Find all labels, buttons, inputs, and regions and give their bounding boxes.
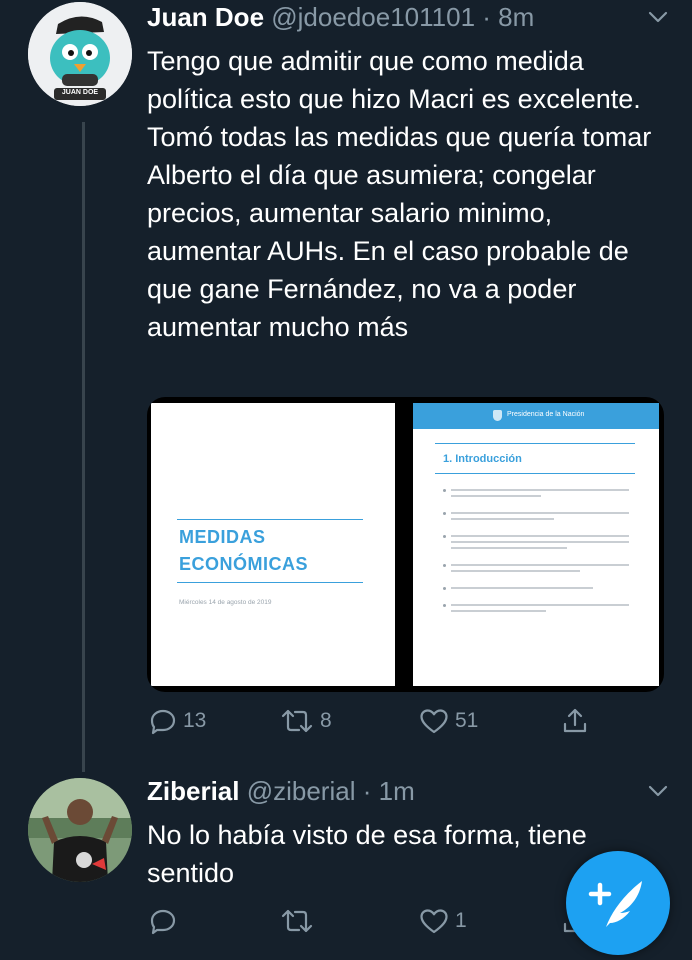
doc-bullet-dot [443, 512, 446, 515]
chevron-down-icon[interactable] [648, 784, 668, 803]
doc-bullet-dot [443, 535, 446, 538]
retweet-count: 8 [320, 709, 332, 732]
doc-bullet-dot [443, 564, 446, 567]
timestamp[interactable]: 1m [379, 776, 415, 806]
heart-icon [420, 909, 448, 934]
thread-connector-line [82, 122, 85, 772]
doc-bullet-dot [443, 604, 446, 607]
cover-title-line2: ECONÓMICAS [179, 554, 309, 574]
separator-dot: · [362, 776, 372, 806]
retweet-icon [281, 909, 313, 933]
like-button[interactable]: 51 [419, 704, 478, 738]
separator-dot: · [482, 2, 491, 32]
reply-button[interactable]: 13 [149, 704, 206, 738]
doc-text-line [451, 610, 546, 612]
retweet-icon [281, 709, 313, 733]
reply-icon [150, 709, 176, 735]
avatar-image [28, 778, 132, 882]
doc-text-line [451, 587, 593, 589]
display-name[interactable]: Ziberial [147, 776, 239, 806]
share-icon [563, 708, 587, 733]
user-handle[interactable]: @jdoedoe101101 [271, 2, 475, 32]
argentina-shield-icon [493, 410, 502, 421]
cover-rule-bottom [177, 582, 363, 583]
document-cover-page: MEDIDAS ECONÓMICAS Miércoles 14 de agost… [151, 403, 395, 686]
doc-text-line [451, 512, 629, 514]
doc-rule-bottom [435, 473, 635, 474]
heart-icon [420, 709, 448, 734]
doc-section-title: 1. Introducción [443, 453, 522, 465]
reply-button[interactable] [149, 904, 183, 938]
retweet-button[interactable] [280, 904, 320, 938]
doc-bullet-dot [443, 587, 446, 590]
tweet-juan-doe[interactable]: JUAN DOE Juan Doe @jdoedoe101101 · 8m Te… [0, 0, 692, 772]
doc-header-bar: Presidencia de la Nación [413, 403, 659, 429]
doc-text-line [451, 570, 580, 572]
chevron-down-icon[interactable] [648, 10, 668, 29]
timestamp[interactable]: 8m [498, 2, 534, 32]
cover-date: Miércoles 14 de agosto de 2019 [179, 599, 272, 606]
tweet-text: Tengo que admitir que como medida políti… [147, 46, 652, 342]
doc-text-line [451, 535, 629, 537]
compose-tweet-icon [588, 881, 642, 927]
doc-text-line [451, 541, 629, 543]
reply-count: 13 [183, 709, 207, 732]
cover-rule-top [177, 519, 363, 520]
tweet-header: Juan Doe @jdoedoe101101 · 8m [147, 2, 534, 33]
tweet-media[interactable]: MEDIDAS ECONÓMICAS Miércoles 14 de agost… [147, 397, 664, 692]
tweet-actions: 13 8 51 [147, 704, 597, 738]
like-count: 51 [455, 709, 479, 732]
doc-text-line [451, 518, 554, 520]
tweet-header: Ziberial @ziberial · 1m [147, 776, 415, 807]
doc-bullet-dot [443, 489, 446, 492]
doc-text-line [451, 547, 567, 549]
avatar[interactable]: JUAN DOE [28, 2, 132, 106]
doc-text-line [451, 489, 629, 491]
like-button[interactable]: 1 [419, 904, 467, 938]
tweet-actions: 1 [147, 904, 597, 938]
like-count: 1 [455, 909, 467, 932]
doc-text-line [451, 604, 629, 606]
avatar[interactable] [28, 778, 132, 882]
cover-title-line1: MEDIDAS [179, 527, 266, 547]
share-button[interactable] [561, 704, 589, 738]
doc-rule-top [435, 443, 635, 444]
retweet-button[interactable]: 8 [280, 704, 332, 738]
doc-header-text: Presidencia de la Nación [507, 411, 585, 418]
user-handle[interactable]: @ziberial [247, 776, 356, 806]
reply-icon [150, 909, 176, 935]
compose-tweet-button[interactable] [566, 851, 670, 955]
avatar-label: JUAN DOE [61, 89, 99, 96]
display-name[interactable]: Juan Doe [147, 2, 264, 32]
doc-text-line [451, 564, 629, 566]
document-intro-page: Presidencia de la Nación 1. Introducción [413, 403, 659, 686]
doc-text-line [451, 495, 541, 497]
